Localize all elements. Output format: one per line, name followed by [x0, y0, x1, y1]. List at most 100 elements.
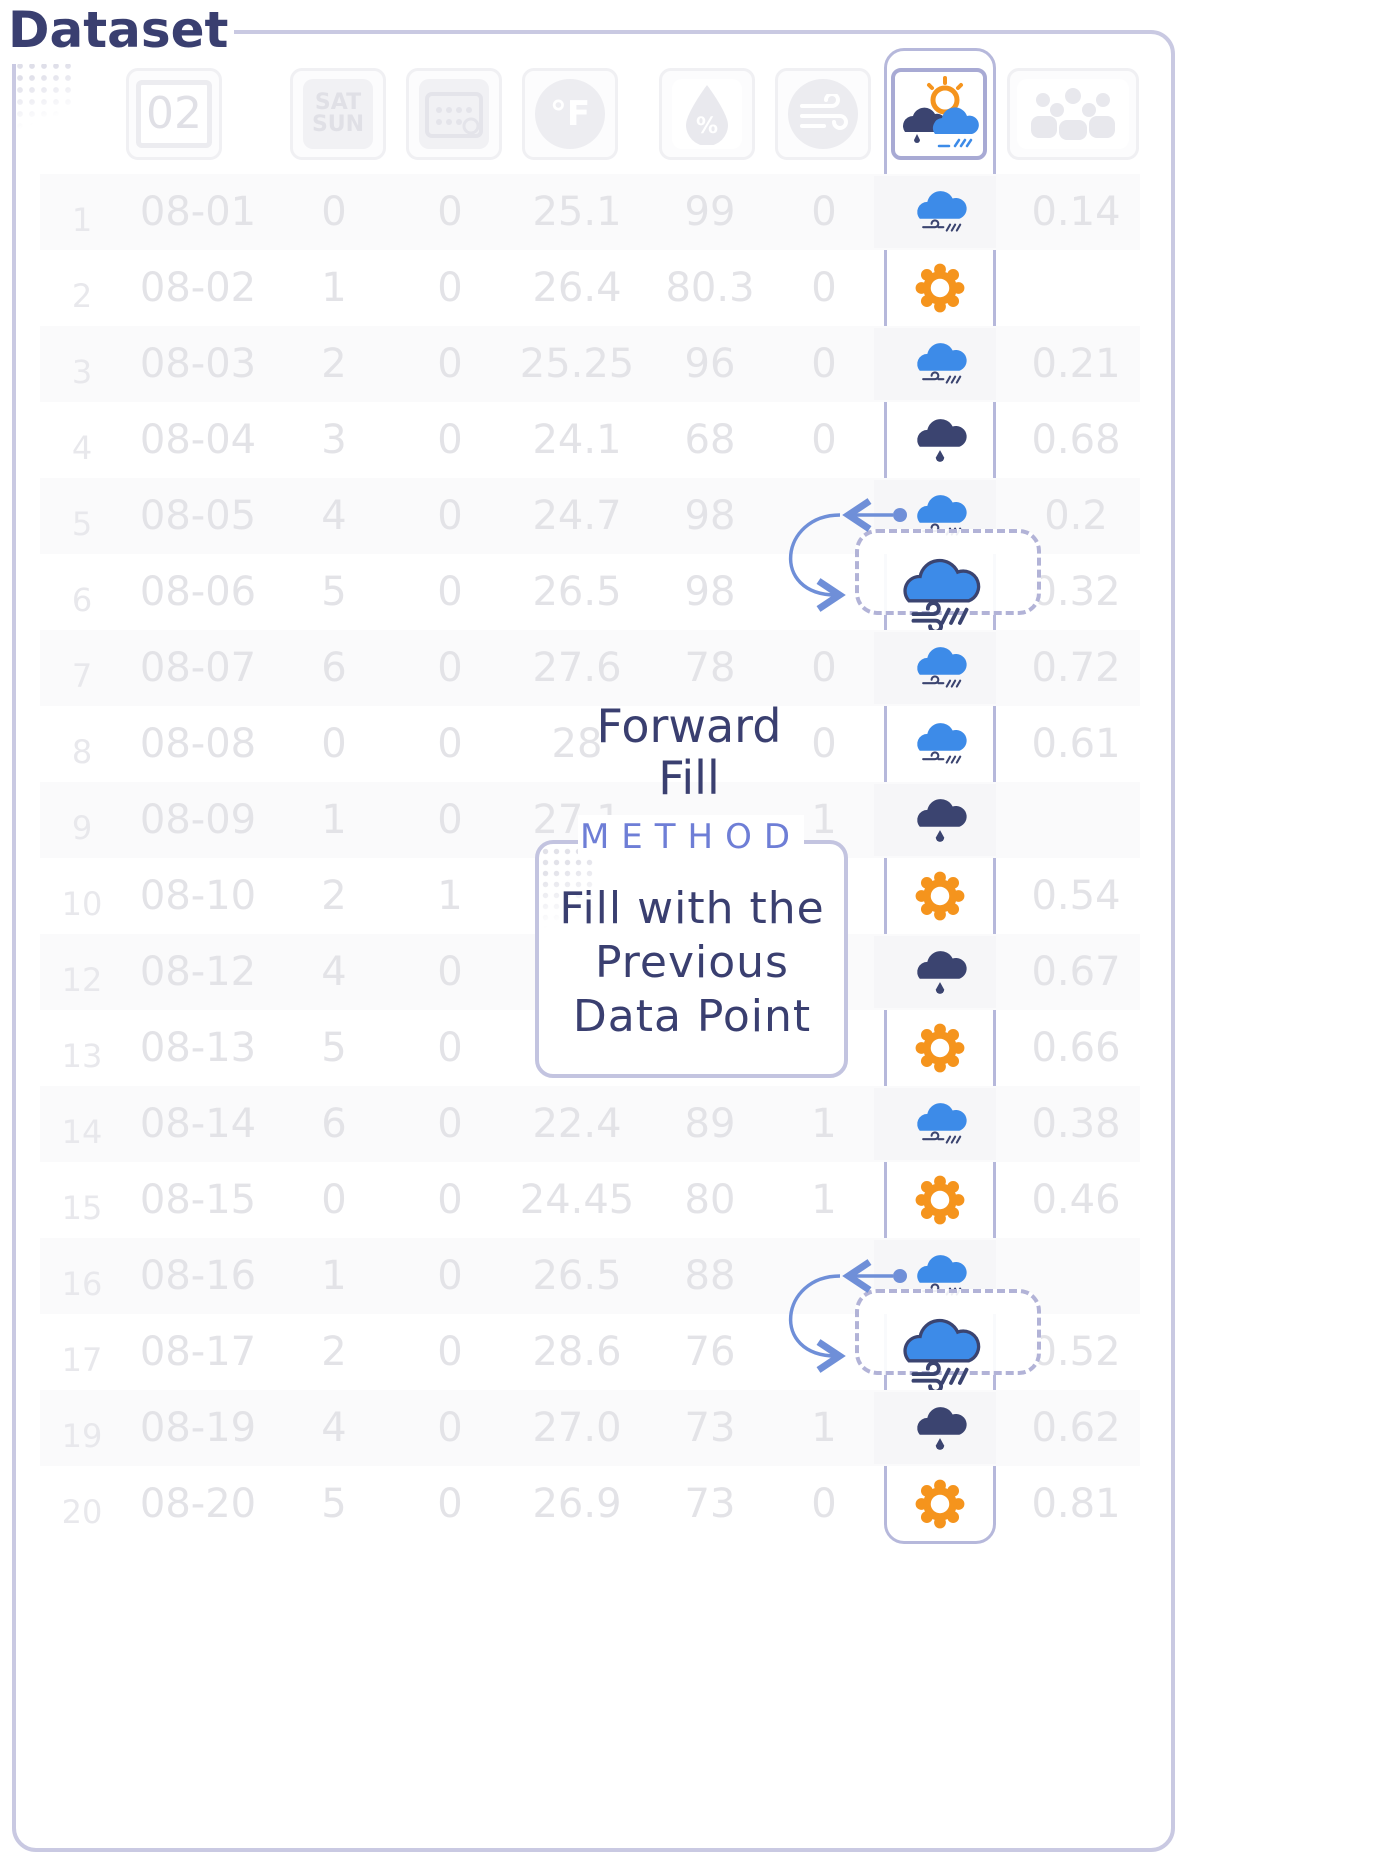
cell-weekday: 5	[321, 1025, 347, 1071]
sun-icon	[908, 256, 972, 320]
cell-holiday: 1	[437, 873, 463, 919]
cell-date: 08-17	[139, 1329, 257, 1375]
cell-value: 0.66	[1031, 1025, 1121, 1071]
cell-temp: 26.4	[532, 265, 622, 311]
cell-weekday: 4	[321, 949, 347, 995]
cell-holiday: 0	[437, 569, 463, 615]
cell-humidity: 73	[684, 1405, 736, 1451]
cell-date: 08-03	[139, 341, 257, 387]
sun-icon	[908, 1168, 972, 1232]
cell-wind: 0	[811, 189, 837, 235]
cell-humidity: 78	[684, 645, 736, 691]
cell-date: 08-01	[139, 189, 257, 235]
cell-index: 15	[61, 1189, 103, 1227]
method-line1: Fill with the	[559, 883, 825, 934]
cell-temp: 27.0	[532, 1405, 622, 1451]
cell-wind: 1	[811, 1405, 837, 1451]
cell-index: 7	[71, 657, 93, 695]
header-temperature: °F	[522, 68, 618, 160]
cell-date: 08-05	[139, 493, 257, 539]
cell-temp: 28.6	[532, 1329, 622, 1375]
cell-value: 0.68	[1031, 417, 1121, 463]
cell-value: 0.61	[1031, 721, 1121, 767]
cell-weekday: 5	[321, 569, 347, 615]
cell-index: 8	[71, 733, 93, 771]
cell-temp: 25.25	[519, 341, 635, 387]
cell-humidity: 88	[684, 1253, 736, 1299]
rain-cloud-icon	[908, 1092, 972, 1156]
cell-index: 1	[71, 201, 93, 239]
cell-wind: 0	[811, 417, 837, 463]
cell-date: 08-09	[139, 797, 257, 843]
cell-temp: 26.5	[532, 569, 622, 615]
rain-cloud-icon	[908, 180, 972, 244]
drizzle-cloud-icon	[908, 940, 972, 1004]
cell-holiday: 0	[437, 1329, 463, 1375]
cell-weekday: 2	[321, 341, 347, 387]
cell-weekday: 0	[321, 721, 347, 767]
forward-fill-title-line1: Forward	[596, 699, 782, 753]
rain-cloud-icon	[908, 636, 972, 700]
cell-date: 08-20	[139, 1481, 257, 1527]
cell-date: 08-10	[139, 873, 257, 919]
cell-index: 16	[61, 1265, 103, 1303]
cell-value: 0.67	[1031, 949, 1121, 995]
cell-index: 10	[61, 885, 103, 923]
cell-holiday: 0	[437, 341, 463, 387]
cell-humidity: 89	[684, 1101, 736, 1147]
cell-weekday: 3	[321, 417, 347, 463]
cell-holiday: 0	[437, 189, 463, 235]
cell-index: 20	[61, 1493, 103, 1531]
method-description: Fill with the Previous Data Point	[545, 882, 839, 1044]
rain-cloud-icon	[908, 332, 972, 396]
header-weather	[891, 68, 987, 160]
cell-date: 08-06	[139, 569, 257, 615]
cell-value: 0.54	[1031, 873, 1121, 919]
cell-holiday: 0	[437, 1177, 463, 1223]
cell-date: 08-08	[139, 721, 257, 767]
cell-value: 0.72	[1031, 645, 1121, 691]
cell-weekday: 0	[321, 189, 347, 235]
cell-wind: 0	[811, 341, 837, 387]
cell-wind: 1	[811, 1101, 837, 1147]
table-row: 4 08-04 3 0 24.1 68 0 0.68	[40, 402, 1140, 478]
cell-value: 0.46	[1031, 1177, 1121, 1223]
cell-date: 08-04	[139, 417, 257, 463]
cell-humidity: 98	[684, 569, 736, 615]
calendar-grid-icon	[419, 79, 489, 149]
cell-humidity: 96	[684, 341, 736, 387]
cell-index: 13	[61, 1037, 103, 1075]
cell-weekday: 2	[321, 873, 347, 919]
cell-temp: 24.7	[532, 493, 622, 539]
forward-fill-title-line2: Fill	[658, 751, 720, 805]
cell-humidity: 68	[684, 417, 736, 463]
cell-humidity: 76	[684, 1329, 736, 1375]
cell-value: 0.38	[1031, 1101, 1121, 1147]
rain-cloud-icon	[908, 712, 972, 776]
cell-wind: 1	[811, 1177, 837, 1223]
drizzle-cloud-icon	[908, 788, 972, 852]
cell-index: 12	[61, 961, 103, 999]
cell-holiday: 0	[437, 1025, 463, 1071]
cell-humidity: 99	[684, 189, 736, 235]
drizzle-cloud-icon	[908, 408, 972, 472]
cell-index: 5	[71, 505, 93, 543]
cell-weekday: 2	[321, 1329, 347, 1375]
cell-weekday: 5	[321, 1481, 347, 1527]
cell-holiday: 0	[437, 1101, 463, 1147]
dataset-title: Dataset	[6, 0, 235, 64]
cell-weekday: 4	[321, 493, 347, 539]
humidity-icon: %	[672, 79, 742, 149]
header-weekday: SAT SUN	[290, 68, 386, 160]
cell-holiday: 0	[437, 265, 463, 311]
cell-temp: 22.4	[532, 1101, 622, 1147]
header-humidity: %	[659, 68, 755, 160]
cell-date: 08-12	[139, 949, 257, 995]
cell-date: 08-15	[139, 1177, 257, 1223]
cell-index: 6	[71, 581, 93, 619]
cell-holiday: 0	[437, 645, 463, 691]
cell-weekday: 1	[321, 797, 347, 843]
cell-temp: 26.5	[532, 1253, 622, 1299]
cell-wind: 0	[811, 1481, 837, 1527]
forward-fill-title: Forward Fill	[578, 700, 800, 804]
